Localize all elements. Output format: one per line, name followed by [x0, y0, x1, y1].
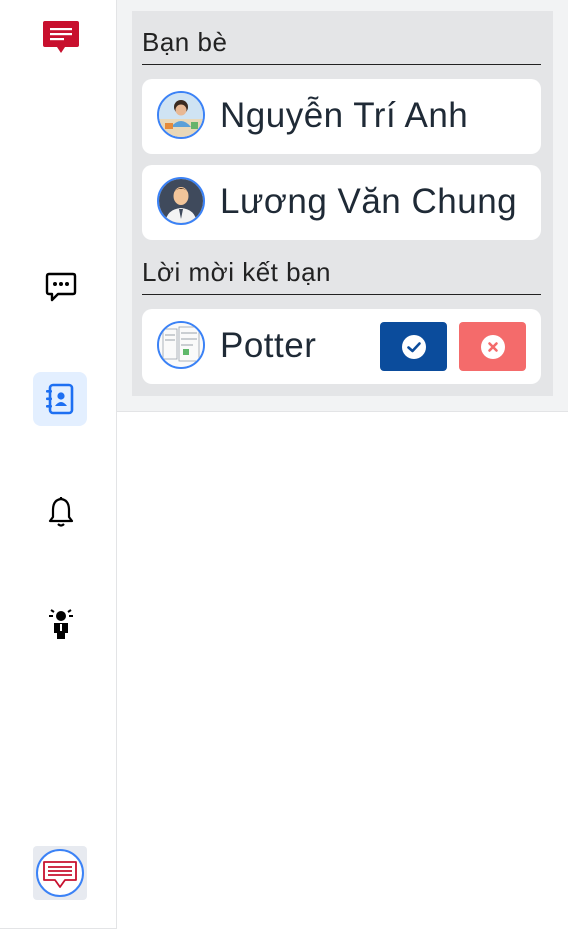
main-content: Bạn bè Nguyễn Trí Anh Lương Văn Chung Lờ…	[117, 0, 568, 928]
friend-name: Lương Văn Chung	[220, 182, 518, 221]
friend-name: Nguyễn Trí Anh	[220, 96, 469, 135]
bell-icon	[48, 497, 74, 527]
request-avatar	[157, 321, 205, 369]
nav-user-alert[interactable]	[36, 598, 86, 648]
nav-notifications[interactable]	[36, 487, 86, 537]
x-circle-icon	[480, 334, 505, 359]
nav-messages[interactable]	[36, 262, 86, 312]
profile-avatar-icon	[36, 849, 84, 897]
request-card: Potter	[142, 309, 541, 384]
sidebar	[0, 0, 117, 929]
user-alert-icon	[49, 609, 73, 639]
nav-contacts[interactable]	[33, 372, 87, 426]
friend-card[interactable]: Lương Văn Chung	[142, 165, 541, 240]
request-name: Potter	[220, 326, 317, 365]
friend-avatar	[157, 91, 205, 139]
contacts-panel: Bạn bè Nguyễn Trí Anh Lương Văn Chung Lờ…	[132, 11, 553, 396]
app-logo-icon[interactable]	[38, 16, 84, 58]
check-circle-icon	[401, 334, 426, 359]
reject-request-button[interactable]	[459, 322, 526, 371]
friends-section-title: Bạn bè	[142, 27, 541, 65]
requests-section-title: Lời mời kết bạn	[142, 257, 541, 295]
friend-avatar	[157, 177, 205, 225]
profile-avatar[interactable]	[33, 846, 87, 900]
friend-card[interactable]: Nguyễn Trí Anh	[142, 79, 541, 154]
accept-request-button[interactable]	[380, 322, 447, 371]
contacts-book-icon	[46, 383, 74, 415]
contacts-panel-wrap: Bạn bè Nguyễn Trí Anh Lương Văn Chung Lờ…	[117, 0, 568, 412]
message-icon	[45, 272, 77, 302]
